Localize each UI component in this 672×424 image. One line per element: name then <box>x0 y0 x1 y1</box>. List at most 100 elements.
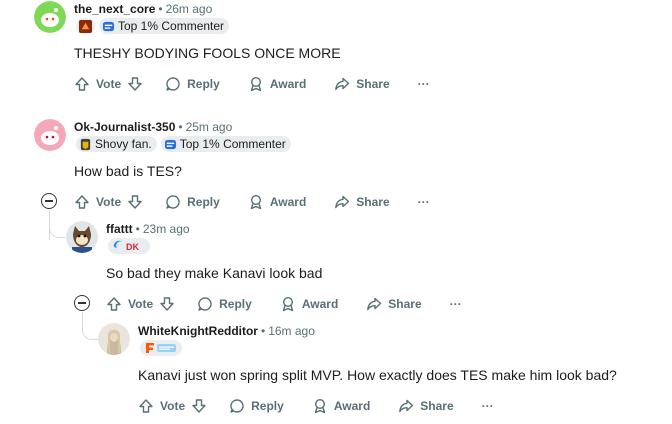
ellipsis-icon: ··· <box>449 297 462 311</box>
chat-bubble-icon <box>230 399 244 413</box>
user-flair: Top 1% Commenter <box>99 18 230 34</box>
commenter-badge-icon <box>102 21 115 31</box>
avatar[interactable] <box>66 221 98 253</box>
share-arrow-icon <box>335 195 350 209</box>
more-options-button[interactable]: ··· <box>450 292 462 316</box>
svg-text:DK: DK <box>126 242 139 252</box>
thread-connector <box>49 210 65 238</box>
comment-actions: Vote Reply Award Share ··· <box>106 292 462 316</box>
user-flair: Top 1% Commenter <box>160 136 291 152</box>
collapse-thread-button[interactable] <box>74 295 90 311</box>
timestamp: 26m ago <box>165 2 213 16</box>
more-options-button[interactable]: ··· <box>482 394 494 418</box>
comment-body: How bad is TES? <box>74 163 182 179</box>
downvote-button[interactable] <box>159 292 175 316</box>
award-ribbon-icon <box>282 296 294 312</box>
user-flair: DK <box>108 238 150 254</box>
user-flairs: Top 1% Commenter <box>76 18 230 34</box>
upvote-arrow-icon <box>75 195 89 209</box>
author-name[interactable]: the_next_core <box>74 2 155 16</box>
comment-body: So bad they make Kanavi look bad <box>106 265 323 281</box>
avatar[interactable] <box>98 323 130 355</box>
ellipsis-icon: ··· <box>481 399 494 413</box>
upvote-button[interactable] <box>74 72 90 96</box>
downvote-button[interactable] <box>191 394 207 418</box>
upvote-arrow-icon <box>107 297 121 311</box>
avatar[interactable] <box>34 119 66 151</box>
timestamp: 23m ago <box>142 222 190 236</box>
timestamp: 25m ago <box>185 120 233 134</box>
comment-body: THESHY BODYING FOOLS ONCE MORE <box>74 45 341 61</box>
user-flairs: Shovy fan. Top 1% Commenter <box>76 136 291 152</box>
share-arrow-icon <box>335 77 350 91</box>
comment-meta: Ok-Journalist-350 • 25m ago <box>74 120 233 134</box>
share-button[interactable]: Share <box>366 292 422 316</box>
user-flair <box>140 340 182 356</box>
more-options-button[interactable]: ··· <box>418 190 430 214</box>
more-options-button[interactable]: ··· <box>418 72 430 96</box>
share-button[interactable]: Share <box>334 72 390 96</box>
comment-meta: the_next_core • 26m ago <box>74 2 213 16</box>
reply-button[interactable]: Reply <box>165 190 220 214</box>
award-ribbon-icon <box>314 398 326 414</box>
award-ribbon-icon <box>250 194 262 210</box>
comment-meta: WhiteKnightRedditor • 16m ago <box>138 324 315 338</box>
upvote-arrow-icon <box>75 77 89 91</box>
comment-actions: Vote Reply Award Share ··· <box>138 394 494 418</box>
user-flairs: DK <box>108 238 150 254</box>
author-name[interactable]: WhiteKnightRedditor <box>138 324 258 338</box>
cat-avatar-icon <box>66 221 98 253</box>
chat-bubble-icon <box>166 195 180 209</box>
award-button[interactable]: Award <box>312 394 370 418</box>
downvote-arrow-icon <box>192 399 206 413</box>
user-flair <box>76 18 95 34</box>
downvote-arrow-icon <box>128 77 142 91</box>
chat-bubble-icon <box>198 297 212 311</box>
comment-actions: Vote Reply Award Share ··· <box>74 190 430 214</box>
award-button[interactable]: Award <box>280 292 338 316</box>
share-button[interactable]: Share <box>398 394 454 418</box>
share-arrow-icon <box>399 399 414 413</box>
upvote-button[interactable] <box>138 394 154 418</box>
award-button[interactable]: Award <box>248 72 306 96</box>
author-name[interactable]: ffattt <box>106 222 133 236</box>
share-button[interactable]: Share <box>334 190 390 214</box>
user-photo-avatar-icon <box>98 323 130 355</box>
downvote-arrow-icon <box>128 195 142 209</box>
reply-button[interactable]: Reply <box>229 394 284 418</box>
reply-button[interactable]: Reply <box>165 72 220 96</box>
commenter-badge-icon <box>164 139 176 149</box>
comment-meta: ffattt • 23m ago <box>106 222 190 236</box>
vote-label: Vote <box>128 297 154 311</box>
downvote-arrow-icon <box>160 297 174 311</box>
downvote-button[interactable] <box>127 190 143 214</box>
team-logo-icon: DK <box>113 240 139 252</box>
upvote-arrow-icon <box>139 399 153 413</box>
vote-label: Vote <box>96 77 122 91</box>
upvote-button[interactable] <box>74 190 90 214</box>
vote-label: Vote <box>96 195 122 209</box>
user-flair: Shovy fan. <box>76 136 157 152</box>
collapse-thread-button[interactable] <box>41 193 57 209</box>
snoo-avatar-icon <box>34 1 66 33</box>
avatar[interactable] <box>34 1 66 33</box>
vote-label: Vote <box>160 399 186 413</box>
share-arrow-icon <box>367 297 382 311</box>
ellipsis-icon: ··· <box>417 77 430 91</box>
comment-body: Kanavi just won spring split MVP. How ex… <box>138 367 617 383</box>
downvote-button[interactable] <box>127 72 143 96</box>
ellipsis-icon: ··· <box>417 195 430 209</box>
fnatic-logo-icon <box>146 343 176 353</box>
author-name[interactable]: Ok-Journalist-350 <box>74 120 175 134</box>
thread-connector <box>82 312 98 340</box>
timestamp: 16m ago <box>268 324 315 338</box>
upvote-button[interactable] <box>106 292 122 316</box>
shovy-flair-icon <box>80 138 91 150</box>
user-flairs <box>140 340 182 356</box>
team-logo-icon <box>79 19 92 33</box>
chat-bubble-icon <box>166 77 180 91</box>
award-ribbon-icon <box>250 76 262 92</box>
snoo-avatar-icon <box>34 119 66 151</box>
award-button[interactable]: Award <box>248 190 306 214</box>
reply-button[interactable]: Reply <box>197 292 252 316</box>
